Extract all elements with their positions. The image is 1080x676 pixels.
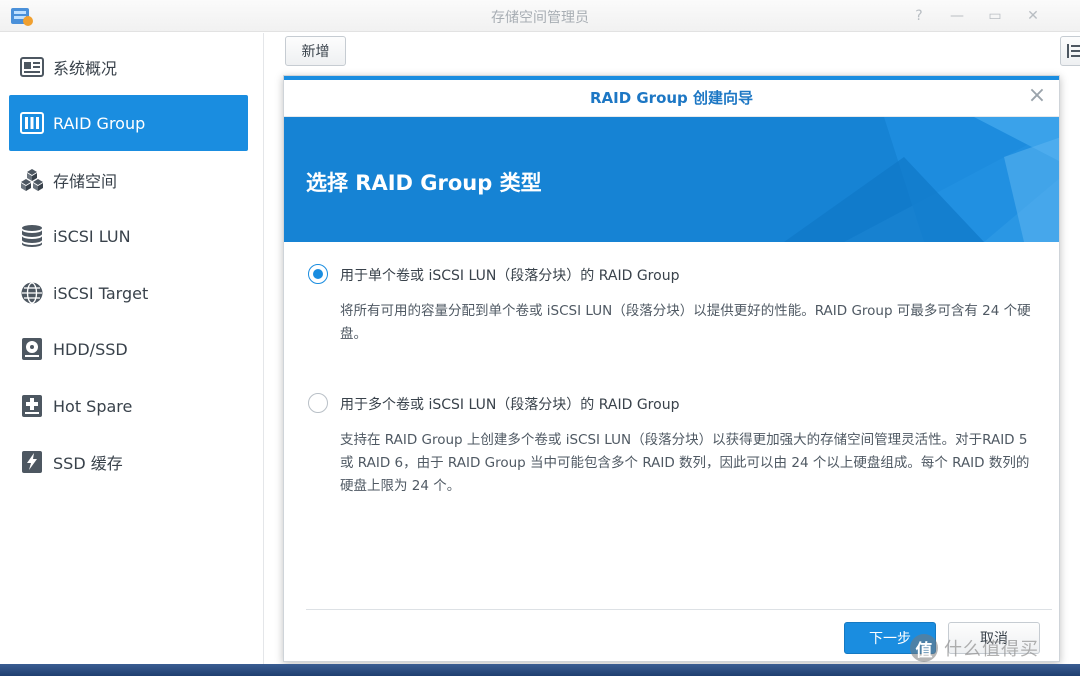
sidebar-item-storage[interactable]: 存储空间 <box>9 152 248 208</box>
hdd-icon <box>19 336 45 362</box>
sidebar-item-overview[interactable]: 系统概况 <box>9 39 248 95</box>
ssd-cache-icon <box>19 449 45 475</box>
add-button[interactable]: 新增 <box>285 36 346 66</box>
raid-group-icon <box>19 110 45 136</box>
list-view-icon <box>1067 44 1080 58</box>
watermark-logo: 值 <box>910 634 938 662</box>
overview-icon <box>19 54 45 80</box>
minimize-icon[interactable]: — <box>938 6 976 26</box>
footer-divider <box>306 609 1052 610</box>
title-bar: 存储空间管理员 ? — ▭ ✕ <box>0 0 1080 32</box>
database-icon <box>19 223 45 249</box>
plus-disk-icon <box>19 393 45 419</box>
globe-icon <box>19 280 45 306</box>
dialog-title: RAID Group 创建向导 <box>284 80 1059 117</box>
taskbar <box>0 664 1080 676</box>
sidebar-item-hdd-ssd[interactable]: HDD/SSD <box>9 321 248 377</box>
sidebar-item-label: RAID Group <box>53 113 146 133</box>
sidebar-item-label: iSCSI Target <box>53 283 149 303</box>
sidebar-item-label: HDD/SSD <box>53 339 128 359</box>
sidebar-item-iscsi-lun[interactable]: iSCSI LUN <box>9 208 248 264</box>
storage-cubes-icon <box>19 167 45 193</box>
sidebar-item-label: Hot Spare <box>53 396 133 416</box>
radio-single-volume[interactable] <box>308 264 328 284</box>
watermark: 值 什么值得买 <box>910 634 1039 662</box>
sidebar: 系统概况 RAID Group 存储空间 iSCSI LUN iSCSI Tar… <box>0 33 264 676</box>
help-icon[interactable]: ? <box>900 6 938 26</box>
wizard-banner: 选择 RAID Group 类型 <box>284 117 1059 242</box>
sidebar-item-iscsi-target[interactable]: iSCSI Target <box>9 265 248 321</box>
sidebar-item-hot-spare[interactable]: Hot Spare <box>9 378 248 434</box>
view-toggle-button[interactable] <box>1060 36 1080 66</box>
sidebar-item-label: 存储空间 <box>53 172 118 191</box>
sidebar-item-label: SSD 缓存 <box>53 454 123 473</box>
banner-title: 选择 RAID Group 类型 <box>306 171 542 195</box>
sidebar-item-ssd-cache[interactable]: SSD 缓存 <box>9 434 248 490</box>
raid-group-wizard-dialog: RAID Group 创建向导 × 选择 RAID Group 类型 用于单个卷… <box>283 75 1060 662</box>
close-window-icon[interactable]: ✕ <box>1014 6 1052 26</box>
watermark-text: 什么值得买 <box>944 639 1039 660</box>
option-label: 用于多个卷或 iSCSI LUN（段落分块）的 RAID Group <box>340 397 680 413</box>
option-label: 用于单个卷或 iSCSI LUN（段落分块）的 RAID Group <box>340 268 680 284</box>
sidebar-item-label: 系统概况 <box>53 59 118 78</box>
radio-multiple-volumes[interactable] <box>308 393 328 413</box>
maximize-icon[interactable]: ▭ <box>976 6 1014 26</box>
sidebar-item-label: iSCSI LUN <box>53 226 131 246</box>
sidebar-item-raid-group[interactable]: RAID Group <box>9 95 248 151</box>
option-description: 将所有可用的容量分配到单个卷或 iSCSI LUN（段落分块）以提供更好的性能。… <box>340 303 1031 342</box>
option-description: 支持在 RAID Group 上创建多个卷或 iSCSI LUN（段落分块）以获… <box>340 432 1030 494</box>
close-icon[interactable]: × <box>1027 85 1047 107</box>
